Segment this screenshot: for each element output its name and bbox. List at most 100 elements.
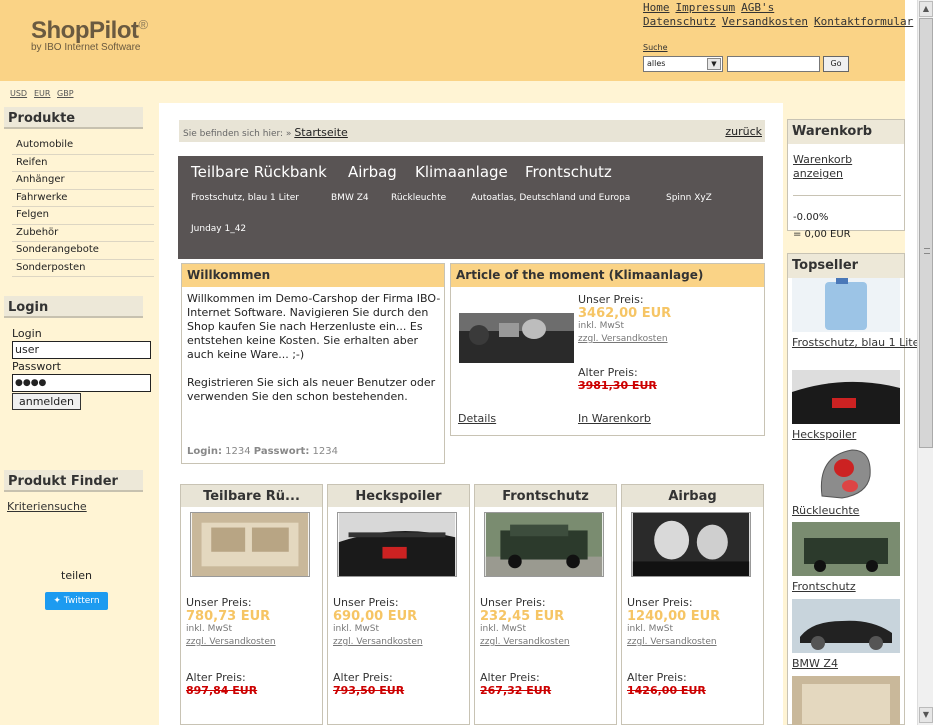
category-klimaanlage[interactable]: Klimaanlage (415, 163, 508, 181)
article-product-image[interactable] (459, 291, 574, 381)
login-button[interactable]: anmelden (12, 393, 81, 410)
category-frontschutz[interactable]: Frontschutz (525, 163, 612, 181)
menu-item-sonderangebote[interactable]: Sonderangebote (12, 242, 154, 260)
page: ShopPilot® by IBO Internet Software Home… (0, 0, 933, 725)
category-frostschutz[interactable]: Frostschutz, blau 1 Liter (191, 193, 299, 203)
article-of-moment-box: Article of the moment (Klimaanlage) Unse… (450, 263, 765, 436)
product-image[interactable] (484, 512, 604, 577)
product-title[interactable]: Heckspoiler (328, 485, 469, 507)
cart-divider (793, 195, 901, 196)
topseller-item: Heckspoiler (792, 370, 900, 442)
product-title[interactable]: Airbag (622, 485, 763, 507)
menu-item-reifen[interactable]: Reifen (12, 155, 154, 172)
agb-link[interactable]: AGB's (741, 1, 774, 14)
topseller-image[interactable] (792, 446, 900, 500)
topseller-image[interactable] (792, 676, 900, 725)
breadcrumb-prefix: Sie befinden sich hier: » (183, 129, 292, 139)
product-image[interactable] (337, 512, 457, 577)
scrollbar-thumb[interactable] (919, 18, 933, 448)
article-details-link[interactable]: Details (458, 412, 496, 425)
datenschutz-link[interactable]: Datenschutz (643, 15, 716, 28)
category-bmw-z4[interactable]: BMW Z4 (331, 193, 369, 203)
currency-usd[interactable]: USD (10, 89, 27, 98)
topseller-link[interactable]: Frostschutz, blau 1 Liter (792, 336, 924, 350)
product-shipping-link[interactable]: zzgl. Versandkosten (480, 637, 570, 647)
menu-item-fahrwerke[interactable]: Fahrwerke (12, 190, 154, 207)
topseller-link[interactable]: BMW Z4 (792, 657, 900, 671)
article-add-to-cart-link[interactable]: In Warenkorb (578, 412, 651, 425)
kontaktformular-link[interactable]: Kontaktformular (814, 15, 913, 28)
chevron-down-icon[interactable]: ▼ (707, 58, 721, 70)
article-heading: Article of the moment (Klimaanlage) (451, 264, 764, 287)
category-autoatlas[interactable]: Autoatlas, Deutschland und Europa (471, 193, 630, 203)
breadcrumb-home-link[interactable]: Startseite (294, 126, 348, 139)
product-shipping-link[interactable]: zzgl. Versandkosten (186, 637, 276, 647)
currency-gbp[interactable]: GBP (57, 89, 74, 98)
product-image[interactable] (190, 512, 310, 577)
currency-eur[interactable]: EUR (34, 89, 50, 98)
scroll-down-icon[interactable]: ▼ (919, 707, 933, 723)
vertical-scrollbar[interactable]: ▲ ▼ (917, 0, 933, 725)
topseller-link[interactable]: Rückleuchte (792, 504, 900, 518)
password-field[interactable]: ●●●● (12, 374, 151, 392)
topseller-item: Frontschutz (792, 522, 900, 594)
password-label: Passwort (12, 360, 61, 373)
product-price: 690,00 EUR (333, 609, 418, 624)
product-price-label: Unser Preis: (480, 596, 546, 609)
currency-bar: USD EUR GBP (0, 81, 905, 103)
menu-item-zubehoer[interactable]: Zubehör (12, 225, 154, 242)
article-old-price: 3981,30 EUR (578, 379, 657, 392)
login-field[interactable]: user (12, 341, 151, 359)
scroll-up-icon[interactable]: ▲ (919, 1, 933, 17)
category-airbag[interactable]: Airbag (348, 163, 397, 181)
versandkosten-link[interactable]: Versandkosten (722, 15, 808, 28)
topseller-link[interactable]: Frontschutz (792, 580, 900, 594)
show-cart-link[interactable]: Warenkorb anzeigen (793, 153, 904, 181)
search-go-button[interactable]: Go (823, 56, 849, 72)
menu-item-sonderposten[interactable]: Sonderposten (12, 260, 154, 277)
product-vat: inkl. MwSt (333, 624, 380, 634)
topseller-image[interactable] (792, 522, 900, 576)
login-label: Login (12, 327, 42, 340)
category-junday[interactable]: Junday 1_42 (191, 224, 246, 234)
topseller-image[interactable] (792, 278, 900, 332)
category-spinn-xyz[interactable]: Spinn XyZ (666, 193, 712, 203)
shop-logo[interactable]: ShopPilot® by IBO Internet Software (31, 17, 148, 53)
product-vat: inkl. MwSt (186, 624, 233, 634)
criteria-search-link[interactable]: Kriteriensuche (7, 500, 87, 513)
login-heading: Login (4, 296, 143, 318)
category-teilbare-rueckbank[interactable]: Teilbare Rückbank (191, 163, 327, 181)
back-link[interactable]: zurück (725, 125, 762, 138)
menu-item-automobile[interactable]: Automobile (12, 137, 154, 155)
welcome-text: Willkommen im Demo-Carshop der Firma IBO… (187, 292, 442, 404)
welcome-heading: Willkommen (182, 264, 444, 287)
tweet-button[interactable]: ✦ Twittern (45, 592, 108, 610)
demo-credentials: Login: 1234 Passwort: 1234 (187, 446, 338, 457)
topseller-image[interactable] (792, 370, 900, 424)
product-title[interactable]: Frontschutz (475, 485, 616, 507)
product-card: Frontschutz Unser Preis: 232,45 EUR inkl… (474, 484, 617, 725)
search-input[interactable] (727, 56, 820, 72)
product-price-label: Unser Preis: (186, 596, 252, 609)
product-shipping-link[interactable]: zzgl. Versandkosten (333, 637, 423, 647)
cart-discount: -0.00% (793, 212, 829, 223)
topseller-image[interactable] (792, 599, 900, 653)
product-image[interactable] (631, 512, 751, 577)
share-label: teilen (61, 569, 92, 582)
impressum-link[interactable]: Impressum (676, 1, 736, 14)
menu-item-felgen[interactable]: Felgen (12, 207, 154, 225)
product-title[interactable]: Teilbare Rü... (181, 485, 322, 507)
home-link[interactable]: Home (643, 1, 670, 14)
cart-box: Warenkorb Warenkorb anzeigen -0.00% = 0,… (787, 119, 905, 240)
article-shipping-link[interactable]: zzgl. Versandkosten (578, 334, 668, 344)
product-vat: inkl. MwSt (480, 624, 527, 634)
topseller-link[interactable]: Heckspoiler (792, 428, 900, 442)
category-rueckleuchte[interactable]: Rückleuchte (391, 193, 446, 203)
category-menu: Automobile Reifen Anhänger Fahrwerke Fel… (12, 137, 154, 277)
logo-text: ShopPilot (31, 17, 139, 44)
product-price: 1240,00 EUR (627, 609, 721, 624)
product-shipping-link[interactable]: zzgl. Versandkosten (627, 637, 717, 647)
topseller-item: Rückleuchte (792, 446, 900, 518)
menu-item-anhaenger[interactable]: Anhänger (12, 172, 154, 190)
search-category-select[interactable]: alles ▼ (643, 56, 723, 72)
